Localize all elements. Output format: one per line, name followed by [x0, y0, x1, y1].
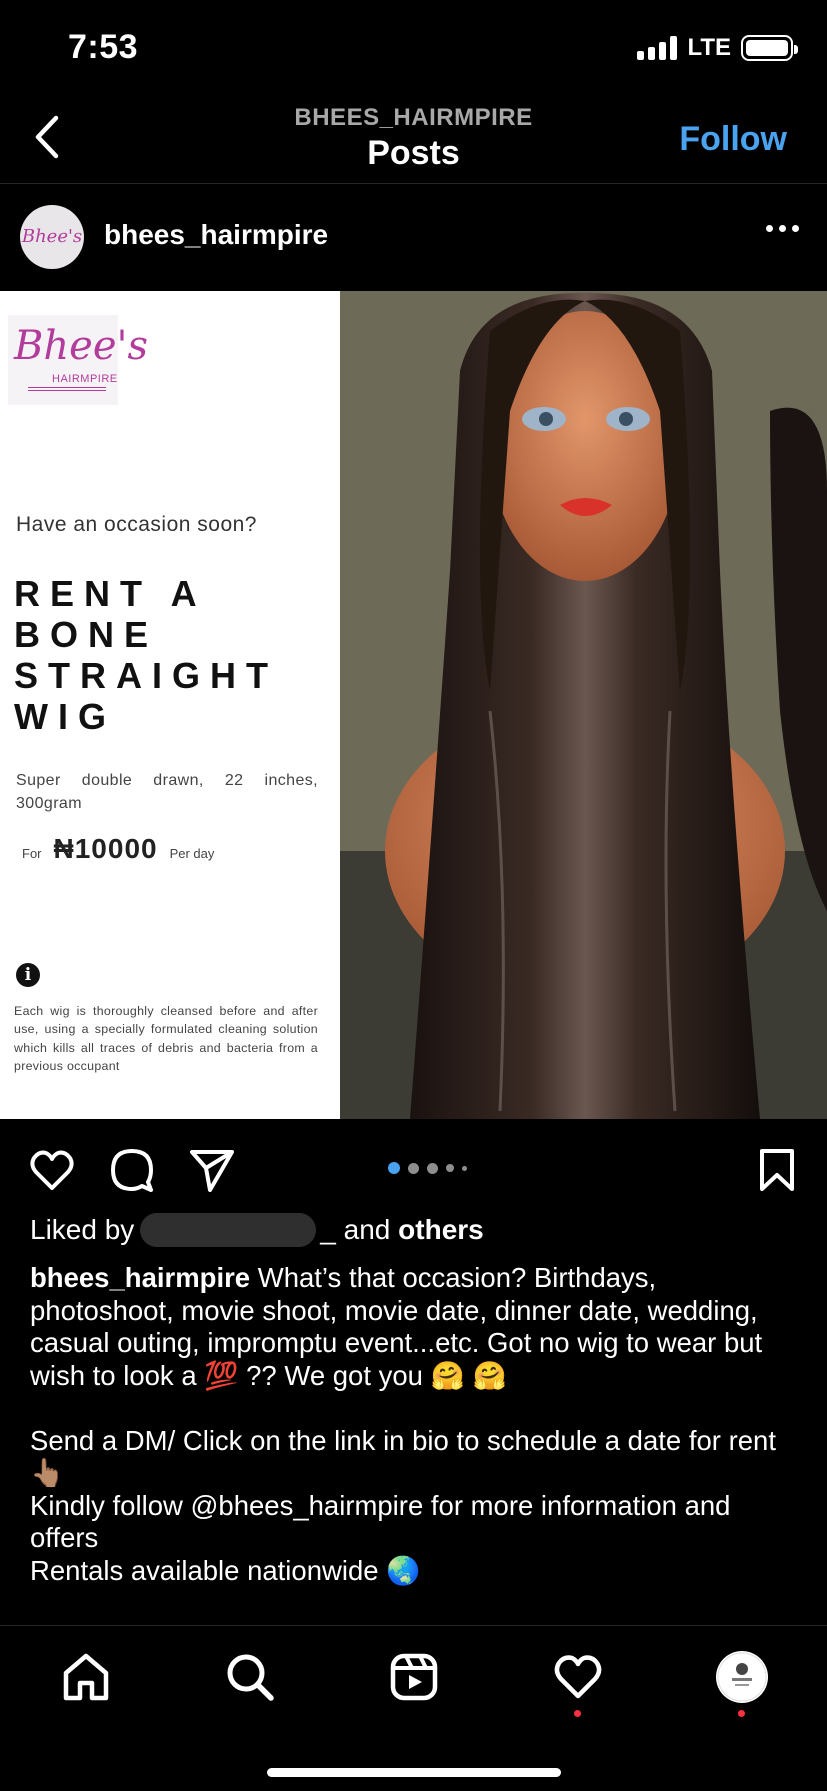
- tab-activity[interactable]: [552, 1651, 604, 1717]
- carousel-dot: [446, 1164, 454, 1172]
- bookmark-icon: [760, 1149, 794, 1191]
- post-username[interactable]: bhees_hairmpire: [104, 219, 328, 251]
- send-icon: [190, 1150, 234, 1192]
- network-label: LTE: [687, 34, 731, 61]
- info-icon: i: [16, 963, 40, 987]
- post-media[interactable]: Bhee's HAIRMPIRE Have an occasion soon? …: [0, 291, 827, 1119]
- notification-dot: [738, 1710, 745, 1717]
- caption-username[interactable]: bhees_hairmpire: [30, 1262, 250, 1293]
- save-button[interactable]: [753, 1146, 801, 1194]
- caption-text: What’s that occasion? Birthdays, photosh…: [30, 1262, 776, 1586]
- post-header: Bhee's bhees_hairmpire: [0, 185, 827, 291]
- bottom-tab-bar: [0, 1625, 827, 1791]
- heart-icon: [30, 1150, 74, 1190]
- battery-icon: [741, 35, 798, 61]
- redacted-username: [140, 1213, 317, 1247]
- carousel-dots: [388, 1162, 467, 1174]
- post-caption: bhees_hairmpire What’s that occasion? Bi…: [30, 1262, 800, 1587]
- share-button[interactable]: [188, 1146, 236, 1194]
- flyer-question: Have an occasion soon?: [16, 513, 257, 536]
- status-time: 7:53: [68, 28, 139, 66]
- avatar[interactable]: Bhee's: [20, 205, 84, 269]
- flyer-panel: Bhee's HAIRMPIRE Have an occasion soon? …: [0, 291, 340, 1119]
- flyer-price: For ₦10000 Per day: [22, 833, 215, 864]
- status-indicators: LTE: [637, 34, 798, 62]
- post-actions: [0, 1120, 827, 1216]
- status-bar: 7:53 LTE: [0, 0, 827, 100]
- brand-logo: Bhee's HAIRMPIRE: [8, 315, 148, 405]
- home-icon: [63, 1653, 109, 1701]
- comment-icon: [111, 1149, 153, 1192]
- heart-icon: [554, 1655, 602, 1699]
- carousel-dot: [427, 1162, 438, 1174]
- follow-button[interactable]: Follow: [679, 120, 787, 159]
- carousel-dot: [388, 1162, 400, 1174]
- more-options-icon[interactable]: [766, 225, 799, 232]
- reels-icon: [390, 1653, 438, 1701]
- flyer-headline: RENT A BONE STRAIGHT WIG: [14, 573, 278, 737]
- carousel-dot: [408, 1162, 419, 1174]
- liked-by[interactable]: Liked by _ and others: [30, 1213, 484, 1247]
- flyer-specs: Super double drawn, 22 inches, 300gram: [16, 772, 318, 812]
- search-icon: [227, 1654, 274, 1701]
- tab-home[interactable]: [60, 1651, 112, 1703]
- home-indicator: [267, 1768, 561, 1777]
- comment-button[interactable]: [108, 1146, 156, 1194]
- carousel-dot: [462, 1165, 467, 1171]
- tab-profile[interactable]: [716, 1651, 768, 1717]
- profile-avatar-icon: [717, 1652, 767, 1702]
- flyer-disclaimer: Each wig is thoroughly cleansed before a…: [14, 1004, 318, 1073]
- tab-search[interactable]: [224, 1651, 276, 1703]
- mannequin-wig-image: [340, 291, 827, 1119]
- nav-header: BHEES_HAIRMPIRE Posts Follow: [0, 100, 827, 184]
- like-button[interactable]: [28, 1146, 76, 1194]
- avatar-logo: Bhee's: [21, 226, 83, 247]
- signal-icon: [637, 36, 678, 60]
- mannequin-photo: [340, 291, 827, 1119]
- tab-reels[interactable]: [388, 1651, 440, 1703]
- notification-dot: [574, 1710, 581, 1717]
